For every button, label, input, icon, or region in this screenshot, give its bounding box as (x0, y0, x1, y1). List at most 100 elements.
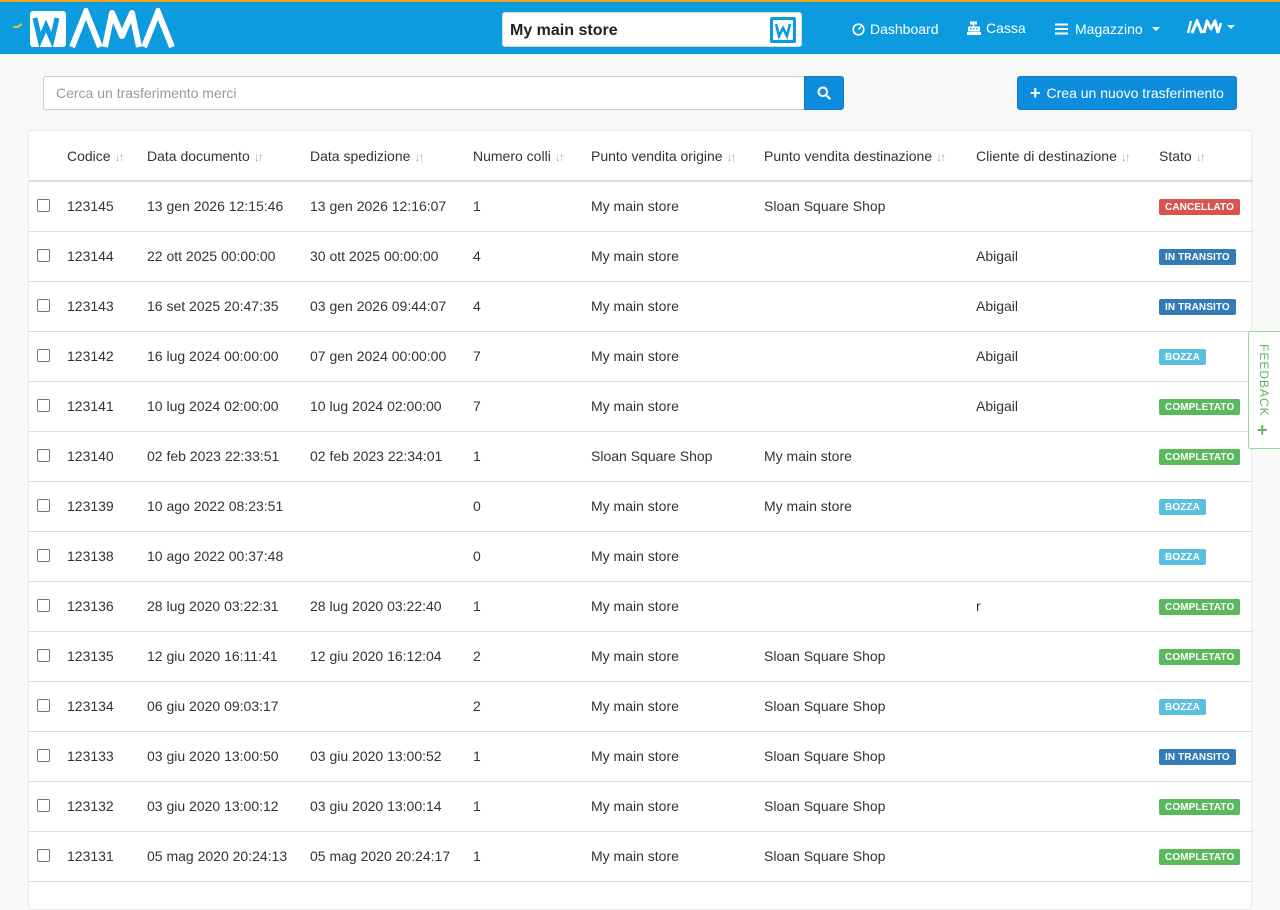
cell-origin: My main store (591, 281, 764, 332)
column-header-punto-vendita-origine[interactable]: Punto vendita origine ↓↑ (591, 131, 764, 182)
column-header-data-spedizione[interactable]: Data spedizione ↓↑ (310, 131, 473, 182)
table-row[interactable]: 123134 06 giu 2020 09:03:17 2 My main store… (29, 681, 1253, 732)
column-header-codice[interactable]: Codice ↓↑ (67, 131, 147, 182)
cell-doc-date: 02 feb 2023 22:33:51 (147, 431, 310, 482)
row-checkbox[interactable] (37, 499, 50, 512)
cell-destination: Sloan Square Shop (764, 681, 976, 732)
row-checkbox[interactable] (37, 749, 50, 762)
table-row[interactable]: 123141 10 lug 2024 02:00:00 10 lug 2024 02… (29, 381, 1253, 432)
status-badge: BOZZA (1159, 349, 1206, 365)
cell-status: COMPLETATO (1159, 431, 1253, 482)
search-button[interactable] (804, 76, 844, 110)
nav-cassa[interactable]: Cassa (967, 18, 1026, 38)
column-header-cliente-destinazione[interactable]: Cliente di destinazione ↓↑ (976, 131, 1159, 182)
row-checkbox[interactable] (37, 799, 50, 812)
cell-customer: r (976, 581, 1159, 632)
plus-icon: + (1257, 420, 1268, 440)
cell-packages: 1 (473, 831, 591, 882)
sort-icon[interactable]: ↓↑ (254, 150, 264, 164)
cash-register-icon (967, 21, 981, 35)
cell-code: 123131 (67, 831, 147, 882)
cell-customer: Abigail (976, 231, 1159, 282)
cell-status: BOZZA (1159, 481, 1253, 532)
table-row[interactable]: 123131 05 mag 2020 20:24:13 05 mag 2020 20… (29, 831, 1253, 882)
cell-destination: Sloan Square Shop (764, 181, 976, 232)
row-checkbox[interactable] (37, 299, 50, 312)
row-select-cell (29, 281, 67, 332)
cell-doc-date: 13 gen 2026 12:15:46 (147, 181, 310, 232)
column-header-stato[interactable]: Stato ↓↑ (1159, 131, 1253, 182)
row-checkbox[interactable] (37, 399, 50, 412)
cell-doc-date: 10 ago 2022 08:23:51 (147, 481, 310, 532)
column-header-data-documento[interactable]: Data documento ↓↑ (147, 131, 310, 182)
row-checkbox[interactable] (37, 199, 50, 213)
row-checkbox[interactable] (37, 449, 50, 462)
cell-code: 123141 (67, 381, 147, 432)
cell-packages: 7 (473, 381, 591, 432)
sort-icon[interactable]: ↓↑ (555, 150, 565, 164)
column-header-punto-vendita-destinazione[interactable]: Punto vendita destinazione ↓↑ (764, 131, 976, 182)
table-row[interactable]: 123142 16 lug 2024 00:00:00 07 gen 2024 00… (29, 331, 1253, 382)
cell-packages: 1 (473, 181, 591, 232)
cell-packages: 0 (473, 481, 591, 532)
table-row[interactable]: 123136 28 lug 2020 03:22:31 28 lug 2020 03… (29, 581, 1253, 632)
feedback-tab[interactable]: FEEDBACK + (1248, 331, 1280, 449)
status-badge: BOZZA (1159, 549, 1206, 565)
cell-destination (764, 531, 976, 582)
wama-logo[interactable] (28, 8, 188, 50)
cell-destination (764, 581, 976, 632)
cell-origin: My main store (591, 781, 764, 832)
table-row[interactable]: 123140 02 feb 2023 22:33:51 02 feb 2023 22… (29, 431, 1253, 482)
table-row[interactable]: 123133 03 giu 2020 13:00:50 03 giu 2020 13… (29, 731, 1253, 782)
cell-origin: Sloan Square Shop (591, 431, 764, 482)
row-select-cell (29, 731, 67, 782)
sort-icon[interactable]: ↓↑ (1196, 150, 1206, 164)
cell-doc-date: 16 lug 2024 00:00:00 (147, 331, 310, 382)
table-row[interactable]: 123145 13 gen 2026 12:15:46 13 gen 2026 12… (29, 181, 1253, 232)
cell-status: IN TRANSITO (1159, 731, 1253, 782)
cell-origin: My main store (591, 331, 764, 382)
create-transfer-button[interactable]: + Crea un nuovo trasferimento (1017, 76, 1237, 110)
cell-doc-date: 28 lug 2020 03:22:31 (147, 581, 310, 632)
table-body: 123145 13 gen 2026 12:15:46 13 gen 2026 12… (29, 181, 1253, 882)
sort-icon[interactable]: ↓↑ (936, 150, 946, 164)
store-selector[interactable]: My main store (502, 12, 802, 47)
nav-dashboard[interactable]: Dashboard (852, 19, 939, 39)
cell-ship-date (310, 681, 473, 732)
cell-packages: 1 (473, 431, 591, 482)
user-menu[interactable] (1186, 17, 1235, 37)
cell-origin: My main store (591, 581, 764, 632)
select-all-header (29, 131, 67, 182)
row-checkbox[interactable] (37, 549, 50, 562)
row-checkbox[interactable] (37, 249, 50, 262)
cell-customer (976, 431, 1159, 482)
table-row[interactable]: 123139 10 ago 2022 08:23:51 0 My main store… (29, 481, 1253, 532)
row-checkbox[interactable] (37, 349, 50, 362)
status-badge: COMPLETATO (1159, 649, 1241, 665)
cell-destination: Sloan Square Shop (764, 831, 976, 882)
row-checkbox[interactable] (37, 849, 50, 862)
table-row[interactable]: 123135 12 giu 2020 16:11:41 12 giu 2020 16… (29, 631, 1253, 682)
sort-icon[interactable]: ↓↑ (1121, 150, 1131, 164)
column-header-numero-colli[interactable]: Numero colli ↓↑ (473, 131, 591, 182)
status-badge: IN TRANSITO (1159, 749, 1236, 765)
nav-cassa-label: Cassa (986, 20, 1026, 36)
table-row[interactable]: 123143 16 set 2025 20:47:35 03 gen 2026 09… (29, 281, 1253, 332)
table-row[interactable]: 123138 10 ago 2022 00:37:48 0 My main store… (29, 531, 1253, 582)
sort-icon[interactable]: ↓↑ (115, 150, 125, 164)
row-checkbox[interactable] (37, 649, 50, 662)
nav-magazzino-label: Magazzino (1075, 21, 1143, 37)
cell-doc-date: 03 giu 2020 13:00:12 (147, 781, 310, 832)
table-row[interactable]: 123132 03 giu 2020 13:00:12 03 giu 2020 13… (29, 781, 1253, 832)
sort-icon[interactable]: ↓↑ (414, 150, 424, 164)
cell-ship-date: 02 feb 2023 22:34:01 (310, 431, 473, 482)
cell-customer: Abigail (976, 381, 1159, 432)
search-input[interactable] (43, 76, 804, 110)
table-row[interactable]: 123144 22 ott 2025 00:00:00 30 ott 2025 00… (29, 231, 1253, 282)
row-checkbox[interactable] (37, 699, 50, 712)
row-checkbox[interactable] (37, 599, 50, 612)
nav-magazzino[interactable]: Magazzino (1055, 19, 1160, 39)
sort-icon[interactable]: ↓↑ (727, 150, 737, 164)
cell-ship-date: 12 giu 2020 16:12:04 (310, 631, 473, 682)
row-select-cell (29, 681, 67, 732)
